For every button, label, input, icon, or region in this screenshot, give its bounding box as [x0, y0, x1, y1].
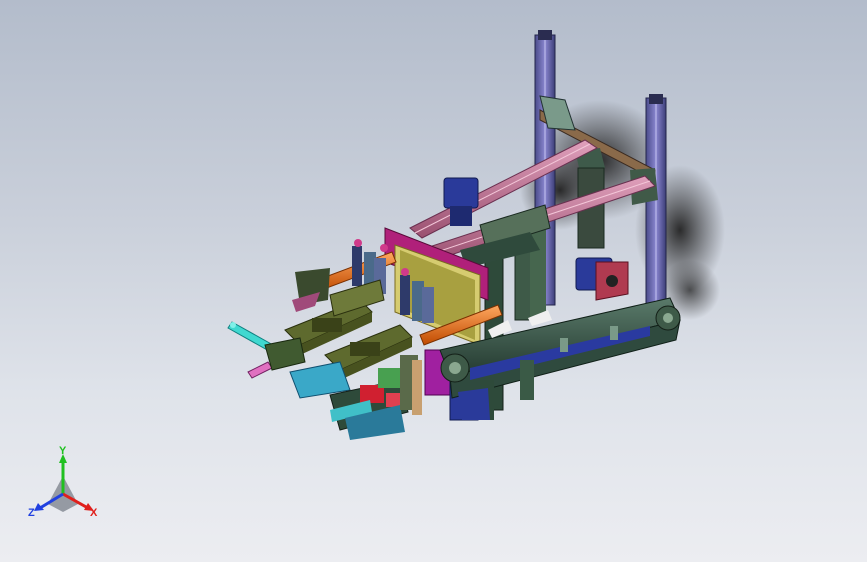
3d-viewport[interactable]: Y X Z [0, 0, 867, 562]
y-axis-label: Y [59, 446, 67, 457]
olive-grippers [284, 268, 413, 380]
cad-model-render[interactable] [0, 0, 867, 562]
orientation-triad: Y X Z [28, 446, 98, 519]
x-axis-label: X [90, 507, 98, 519]
z-axis-label: Z [28, 507, 35, 519]
